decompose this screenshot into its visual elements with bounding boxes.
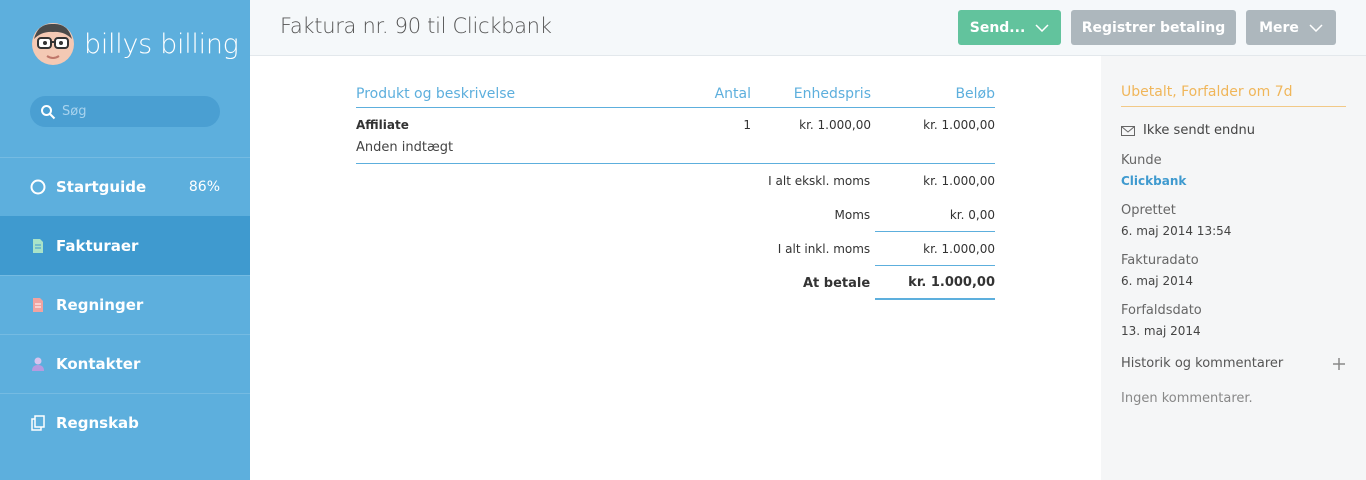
accounting-icon (31, 415, 45, 431)
total-excl-vat-value: kr. 1.000,00 (923, 174, 995, 188)
total-incl-vat-row: I alt inkl. moms kr. 1.000,00 (356, 232, 995, 266)
sidebar: billys billing Startguide 86% Fakturaer (0, 0, 250, 480)
send-status-text: Ikke sendt endnu (1143, 123, 1256, 138)
customer-link[interactable]: Clickbank (1121, 174, 1186, 188)
contact-icon (32, 357, 44, 371)
sidebar-item-kontakter[interactable]: Kontakter (0, 334, 250, 393)
due-date-field: Forfaldsdato 13. maj 2014 (1121, 303, 1202, 338)
sidebar-item-fakturaer[interactable]: Fakturaer (0, 216, 250, 275)
line-unit-price: kr. 1.000,00 (799, 118, 871, 132)
sidebar-item-regnskab[interactable]: Regnskab (0, 393, 250, 452)
invoice-table: Produkt og beskrivelse Antal Enhedspris … (356, 80, 995, 300)
vat-row: Moms kr. 0,00 (356, 198, 995, 232)
line-product: Affiliate (356, 118, 409, 132)
history-header: Historik og kommentarer (1121, 356, 1346, 371)
plus-icon[interactable] (1332, 357, 1346, 371)
sidebar-item-label: Startguide (56, 178, 147, 196)
startguide-progress: 86% (188, 179, 220, 195)
page-title: Faktura nr. 90 til Clickbank (280, 14, 552, 38)
created-value: 6. maj 2014 13:54 (1121, 224, 1232, 238)
column-header-unit-price: Enhedspris (793, 85, 871, 102)
register-payment-button[interactable]: Registrer betaling (1071, 10, 1236, 45)
no-comments-text: Ingen kommentarer. (1121, 391, 1253, 406)
search-input[interactable] (62, 104, 212, 119)
invoice-date-label: Fakturadato (1121, 253, 1199, 268)
chevron-down-icon (1035, 23, 1049, 32)
line-quantity: 1 (743, 118, 751, 132)
chevron-down-icon (1309, 23, 1323, 32)
more-button-label: Mere (1259, 19, 1299, 36)
amount-due-row: At betale kr. 1.000,00 (356, 266, 995, 300)
more-button[interactable]: Mere (1246, 10, 1336, 45)
bill-icon (33, 298, 43, 312)
sidebar-item-label: Regninger (56, 296, 144, 314)
customer-field: Kunde Clickbank (1121, 153, 1186, 188)
page-header: Faktura nr. 90 til Clickbank Send... Reg… (250, 0, 1366, 56)
column-header-amount: Beløb (955, 85, 995, 102)
due-date-label: Forfaldsdato (1121, 303, 1202, 318)
sidebar-item-label: Regnskab (56, 414, 139, 432)
search-icon (41, 104, 56, 119)
column-header-quantity: Antal (714, 85, 751, 102)
total-excl-vat-label: I alt ekskl. moms (768, 174, 871, 188)
invoice-icon (33, 239, 43, 253)
logo-face-icon (32, 23, 74, 65)
customer-label: Kunde (1121, 153, 1162, 168)
vat-label: Moms (834, 208, 871, 222)
brand-name: billys billing (84, 28, 239, 60)
invoice-info-panel: Ubetalt, Forfalder om 7d Ikke sendt endn… (1101, 56, 1366, 480)
total-incl-vat-label: I alt inkl. moms (777, 242, 871, 256)
sidebar-item-label: Kontakter (56, 355, 141, 373)
status-badge: Ubetalt, Forfalder om 7d (1121, 84, 1346, 107)
amount-due-value: kr. 1.000,00 (875, 266, 995, 300)
created-field: Oprettet 6. maj 2014 13:54 (1121, 203, 1231, 238)
column-header-description: Produkt og beskrivelse (356, 85, 516, 102)
amount-due-label: At betale (803, 275, 871, 291)
send-button-label: Send... (969, 19, 1026, 36)
send-button[interactable]: Send... (958, 10, 1061, 45)
line-amount: kr. 1.000,00 (923, 118, 995, 132)
created-label: Oprettet (1121, 203, 1176, 218)
due-date-value: 13. maj 2014 (1121, 324, 1201, 338)
invoice-date-field: Fakturadato 6. maj 2014 (1121, 253, 1199, 288)
register-payment-label: Registrer betaling (1081, 19, 1226, 36)
send-status: Ikke sendt endnu (1121, 123, 1255, 138)
search-box[interactable] (30, 96, 220, 127)
totals: I alt ekskl. moms kr. 1.000,00 Moms kr. … (356, 164, 995, 300)
invoice-date-value: 6. maj 2014 (1121, 274, 1193, 288)
line-description: Anden indtægt (356, 140, 454, 155)
progress-ring-icon (30, 179, 46, 195)
sidebar-nav: Startguide 86% Fakturaer Regninger Konta… (0, 157, 250, 452)
table-header: Produkt og beskrivelse Antal Enhedspris … (356, 80, 995, 108)
brand[interactable]: billys billing (30, 20, 239, 68)
history-label: Historik og kommentarer (1121, 356, 1284, 371)
vat-value: kr. 0,00 (875, 198, 995, 232)
table-row: Affiliate 1 kr. 1.000,00 kr. 1.000,00 An… (356, 108, 995, 164)
envelope-icon (1121, 125, 1135, 136)
sidebar-item-label: Fakturaer (56, 237, 139, 255)
sidebar-item-regninger[interactable]: Regninger (0, 275, 250, 334)
total-incl-vat-value: kr. 1.000,00 (875, 232, 995, 266)
total-excl-vat-row: I alt ekskl. moms kr. 1.000,00 (356, 164, 995, 198)
sidebar-item-startguide[interactable]: Startguide 86% (0, 157, 250, 216)
